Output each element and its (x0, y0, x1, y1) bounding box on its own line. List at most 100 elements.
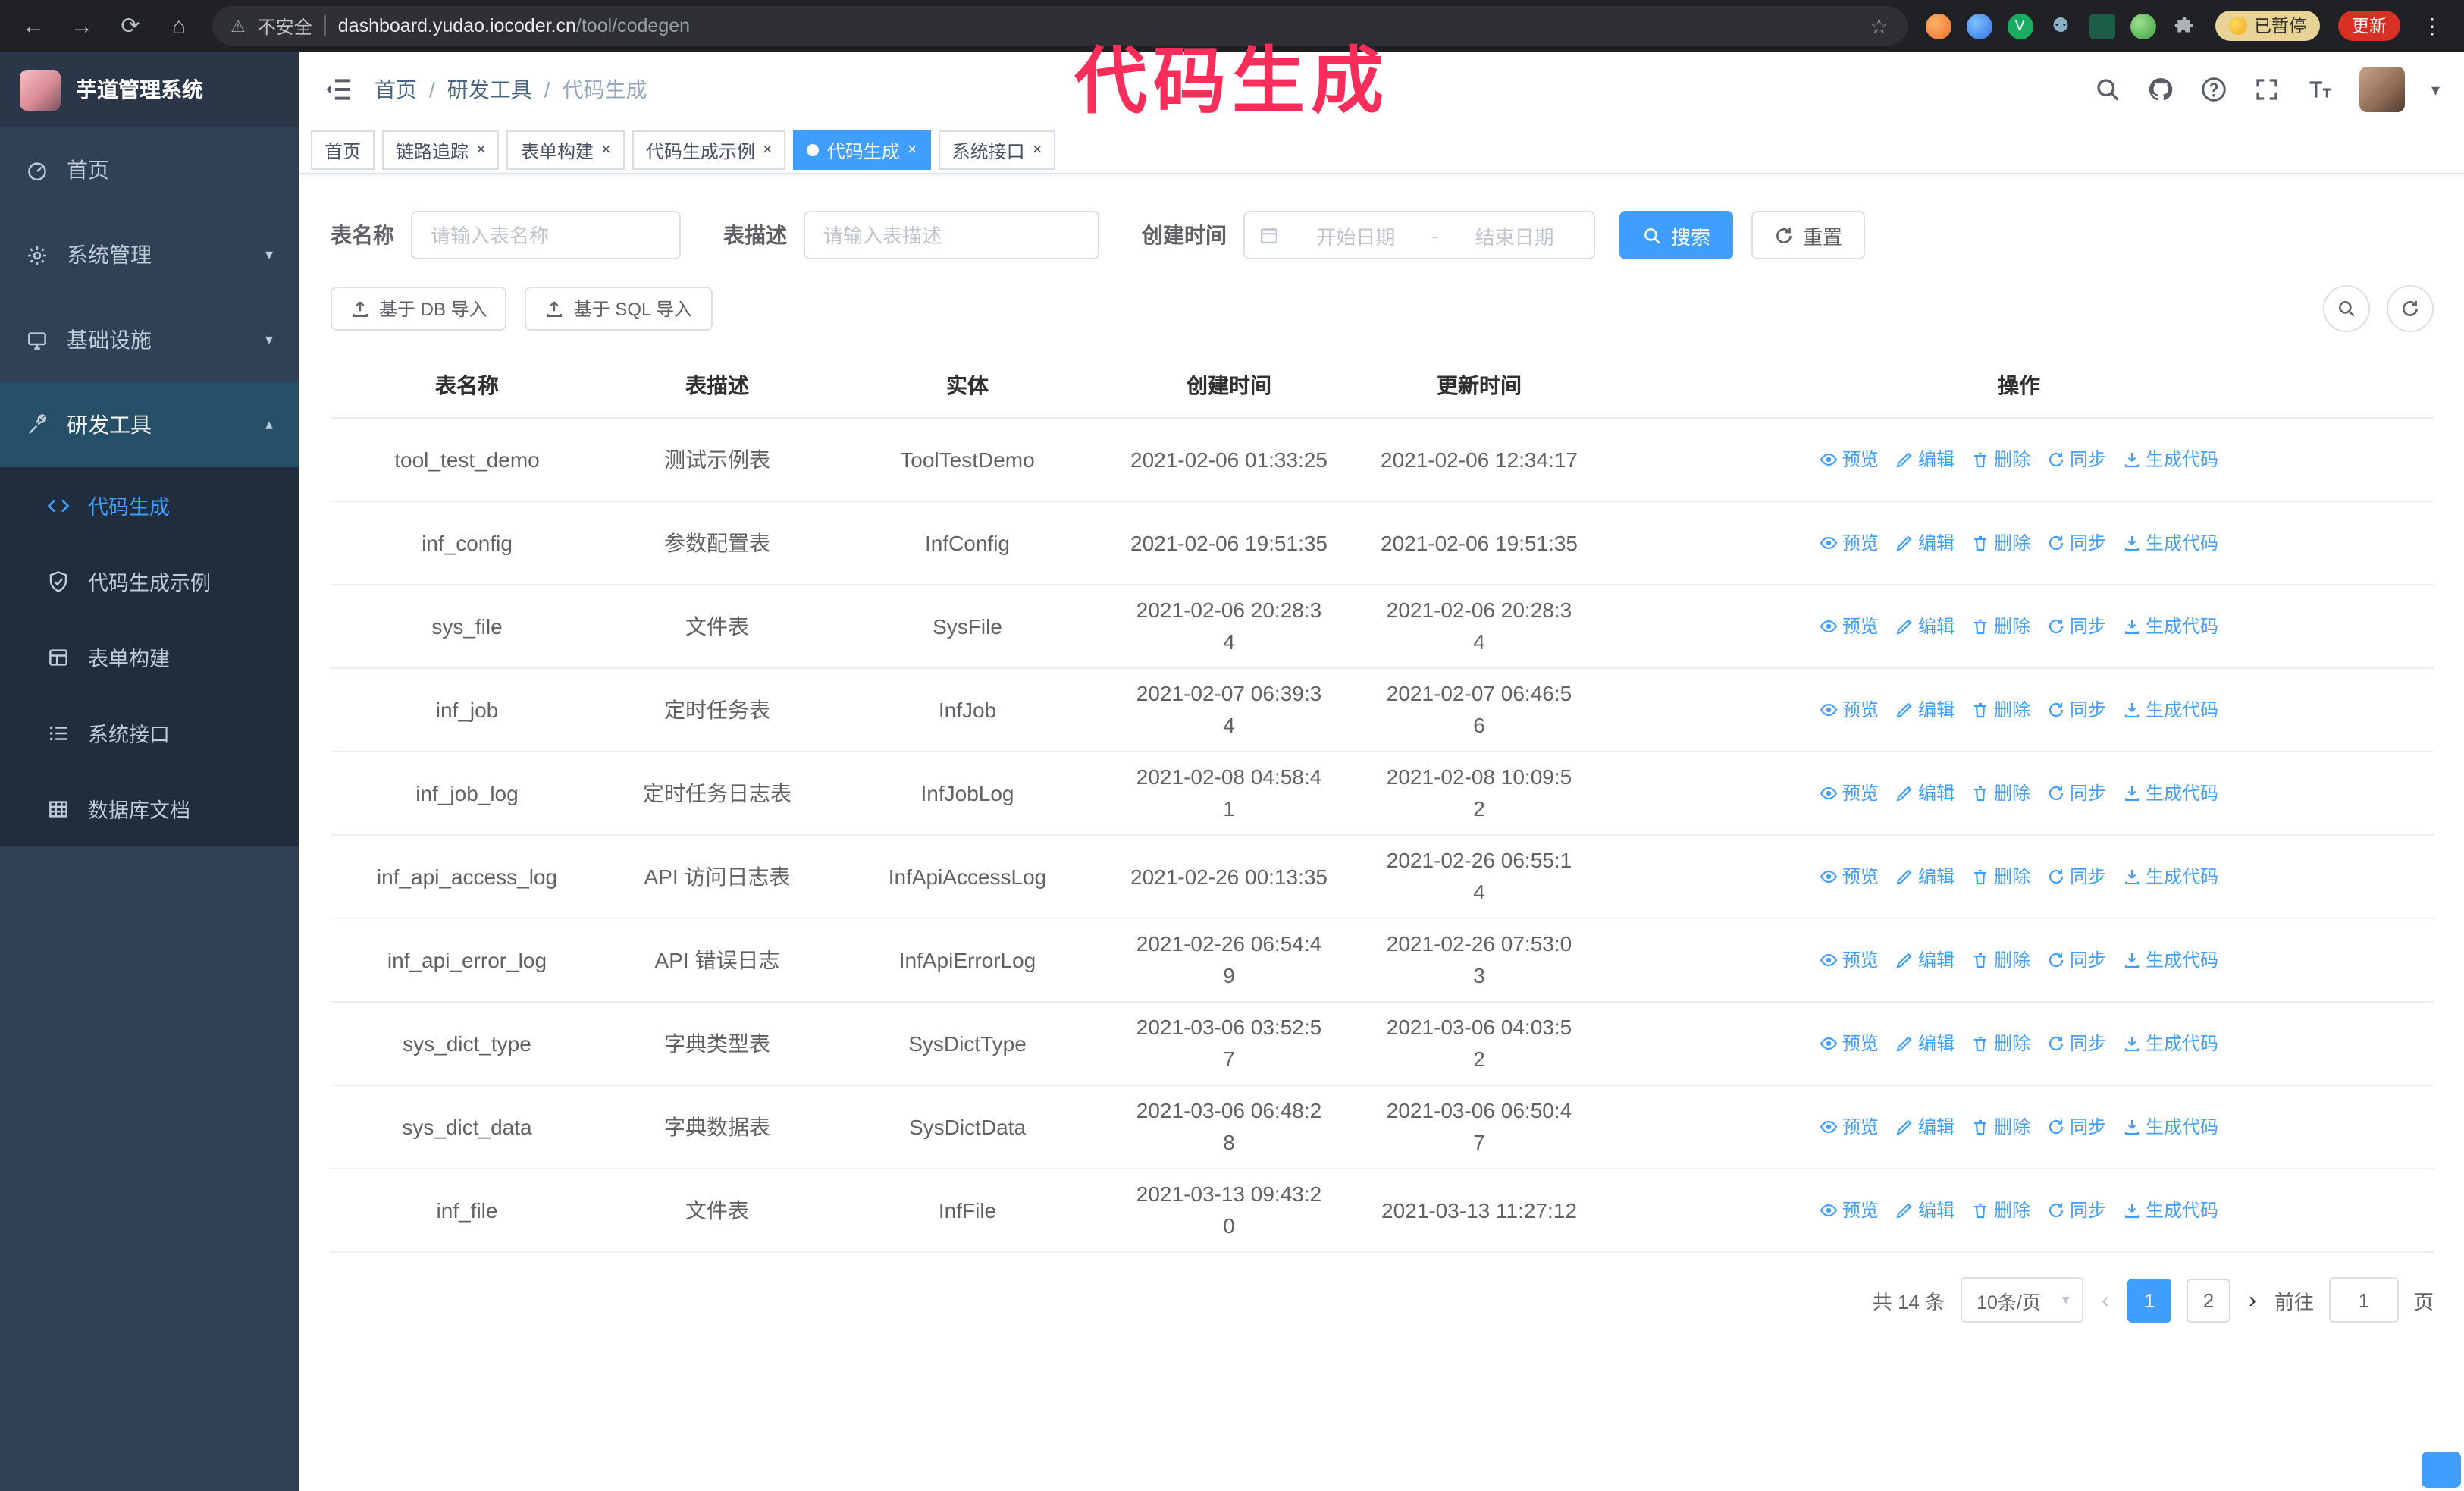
action-sync-link[interactable]: 同步 (2047, 777, 2106, 809)
close-icon[interactable]: × (476, 141, 486, 159)
action-download-link[interactable]: 生成代码 (2123, 944, 2218, 976)
browser-reload-icon[interactable]: ⟳ (115, 14, 146, 37)
action-eye-link[interactable]: 预览 (1820, 611, 1879, 642)
prev-page-button[interactable]: ‹ (2099, 1287, 2112, 1313)
sidebar-item-dev-tools[interactable]: 研发工具 ▴ (0, 382, 299, 467)
extension-ball-icon[interactable] (1966, 13, 1992, 39)
tab-codegen-example[interactable]: 代码生成示例 × (632, 130, 786, 170)
extension-leaf-icon[interactable] (2130, 13, 2155, 39)
table-name-input[interactable] (411, 211, 681, 259)
browser-back-icon[interactable]: ← (18, 14, 49, 37)
tab-system-api[interactable]: 系统接口 × (938, 130, 1056, 170)
goto-page-input[interactable] (2328, 1277, 2399, 1323)
action-download-link[interactable]: 生成代码 (2123, 1111, 2218, 1143)
action-download-link[interactable]: 生成代码 (2123, 1028, 2218, 1059)
address-bar[interactable]: ⚠ 不安全 dashboard.yudao.iocoder.cn/tool/co… (212, 6, 1907, 46)
page-button-1[interactable]: 1 (2127, 1278, 2171, 1322)
action-sync-link[interactable]: 同步 (2047, 1194, 2106, 1226)
page-size-select[interactable]: 10条/页 ▾ (1960, 1277, 2083, 1323)
page-button-2[interactable]: 2 (2186, 1278, 2230, 1322)
action-delete-link[interactable]: 删除 (1971, 611, 2030, 642)
close-icon[interactable]: × (1033, 141, 1042, 159)
help-icon[interactable] (2201, 76, 2228, 103)
toggle-search-button[interactable] (2323, 285, 2370, 332)
action-delete-link[interactable]: 删除 (1971, 694, 2030, 726)
extension-people-icon[interactable]: ⚉ (2048, 13, 2074, 39)
font-size-icon[interactable] (2307, 76, 2334, 103)
tab-form-builder[interactable]: 表单构建 × (506, 130, 625, 170)
avatar[interactable] (2359, 67, 2406, 112)
action-edit-link[interactable]: 编辑 (1895, 527, 1955, 559)
sidebar-item-home[interactable]: 首页 (0, 127, 299, 212)
close-icon[interactable]: × (763, 141, 773, 159)
action-sync-link[interactable]: 同步 (2047, 527, 2106, 559)
table-desc-input[interactable] (804, 211, 1099, 259)
action-edit-link[interactable]: 编辑 (1895, 1194, 1955, 1226)
hamburger-icon[interactable] (323, 74, 353, 105)
date-range-picker[interactable]: 开始日期 - 结束日期 (1243, 211, 1595, 259)
action-delete-link[interactable]: 删除 (1971, 1111, 2030, 1143)
action-delete-link[interactable]: 删除 (1971, 1028, 2030, 1059)
extension-v-icon[interactable]: V (2007, 13, 2033, 39)
browser-home-icon[interactable]: ⌂ (164, 14, 194, 37)
action-eye-link[interactable]: 预览 (1820, 1111, 1879, 1143)
import-db-button[interactable]: 基于 DB 导入 (331, 287, 507, 331)
action-delete-link[interactable]: 删除 (1971, 1194, 2030, 1226)
action-edit-link[interactable]: 编辑 (1895, 444, 1955, 476)
tab-link-trace[interactable]: 链路追踪 × (382, 130, 500, 170)
browser-forward-icon[interactable]: → (67, 14, 97, 37)
tab-home[interactable]: 首页 (311, 130, 375, 170)
action-edit-link[interactable]: 编辑 (1895, 694, 1955, 726)
action-sync-link[interactable]: 同步 (2047, 1111, 2106, 1143)
bookmark-star-icon[interactable]: ☆ (1870, 13, 1889, 39)
action-delete-link[interactable]: 删除 (1971, 777, 2030, 809)
action-eye-link[interactable]: 预览 (1820, 444, 1879, 476)
action-delete-link[interactable]: 删除 (1971, 861, 2030, 893)
reset-button[interactable]: 重置 (1751, 211, 1866, 259)
action-sync-link[interactable]: 同步 (2047, 1028, 2106, 1059)
action-eye-link[interactable]: 预览 (1820, 527, 1879, 559)
action-delete-link[interactable]: 删除 (1971, 944, 2030, 976)
action-eye-link[interactable]: 预览 (1820, 944, 1879, 976)
sidebar-item-form-builder[interactable]: 表单构建 (0, 619, 299, 695)
sidebar-item-codegen[interactable]: 代码生成 (0, 467, 299, 543)
paused-badge[interactable]: 已暂停 (2215, 11, 2320, 41)
fullscreen-icon[interactable] (2254, 76, 2281, 103)
browser-menu-icon[interactable]: ⋮ (2419, 13, 2446, 39)
sidebar-logo[interactable]: 芋道管理系统 (0, 52, 299, 127)
sidebar-item-infrastructure[interactable]: 基础设施 ▾ (0, 297, 299, 382)
action-download-link[interactable]: 生成代码 (2123, 694, 2218, 726)
extension-chart-icon[interactable] (2089, 13, 2114, 39)
chrome-update-button[interactable]: 更新 (2338, 11, 2400, 41)
avatar-caret-down-icon[interactable]: ▾ (2431, 80, 2440, 99)
next-page-button[interactable]: › (2246, 1287, 2259, 1313)
action-sync-link[interactable]: 同步 (2047, 444, 2106, 476)
action-edit-link[interactable]: 编辑 (1895, 777, 1955, 809)
action-edit-link[interactable]: 编辑 (1895, 1111, 1955, 1143)
action-download-link[interactable]: 生成代码 (2123, 1194, 2218, 1226)
action-download-link[interactable]: 生成代码 (2123, 444, 2218, 476)
search-button[interactable]: 搜索 (1619, 211, 1734, 259)
github-icon[interactable] (2148, 76, 2175, 103)
action-edit-link[interactable]: 编辑 (1895, 944, 1955, 976)
action-eye-link[interactable]: 预览 (1820, 777, 1879, 809)
action-edit-link[interactable]: 编辑 (1895, 1028, 1955, 1059)
puzzle-icon[interactable] (2171, 13, 2196, 39)
action-eye-link[interactable]: 预览 (1820, 1194, 1879, 1226)
action-sync-link[interactable]: 同步 (2047, 861, 2106, 893)
action-delete-link[interactable]: 删除 (1971, 527, 2030, 559)
search-icon[interactable] (2095, 76, 2122, 103)
sidebar-item-system-mgmt[interactable]: 系统管理 ▾ (0, 212, 299, 297)
action-download-link[interactable]: 生成代码 (2123, 861, 2218, 893)
sidebar-item-db-doc[interactable]: 数据库文档 (0, 771, 299, 846)
action-eye-link[interactable]: 预览 (1820, 694, 1879, 726)
sidebar-item-system-api[interactable]: 系统接口 (0, 695, 299, 771)
action-eye-link[interactable]: 预览 (1820, 861, 1879, 893)
tab-codegen[interactable]: 代码生成 × (793, 130, 931, 170)
close-icon[interactable]: × (908, 141, 917, 159)
breadcrumb-home[interactable]: 首页 (375, 74, 417, 105)
corner-widget-button[interactable] (2422, 1452, 2461, 1488)
action-download-link[interactable]: 生成代码 (2123, 527, 2218, 559)
action-sync-link[interactable]: 同步 (2047, 611, 2106, 642)
action-download-link[interactable]: 生成代码 (2123, 611, 2218, 642)
